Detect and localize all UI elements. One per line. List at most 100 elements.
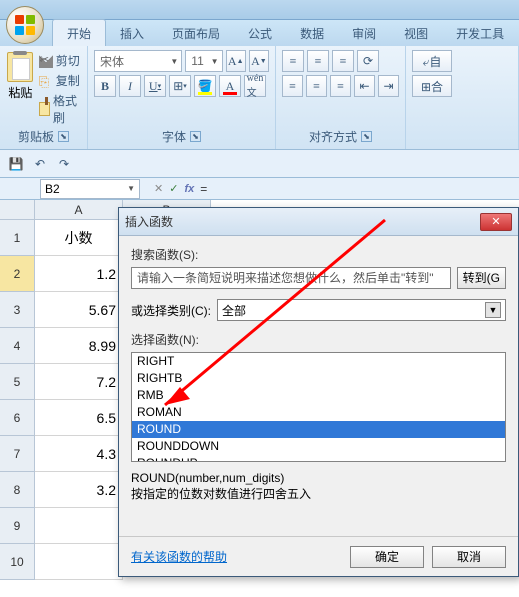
list-item[interactable]: RIGHTB bbox=[132, 370, 505, 387]
italic-button[interactable]: I bbox=[119, 75, 141, 97]
row-header[interactable]: 3 bbox=[0, 292, 35, 328]
tab-home[interactable]: 开始 bbox=[52, 19, 106, 46]
row-header[interactable]: 7 bbox=[0, 436, 35, 472]
search-input[interactable]: 请输入一条简短说明来描述您想做什么，然后单击"转到" bbox=[131, 267, 451, 289]
fx-icon[interactable]: fx bbox=[184, 183, 194, 195]
format-painter-button[interactable]: 格式刷 bbox=[39, 92, 81, 126]
paste-label: 粘贴 bbox=[8, 84, 32, 101]
align-top-button[interactable]: ≡ bbox=[282, 50, 304, 72]
list-item-selected[interactable]: ROUND bbox=[132, 421, 505, 438]
formula-bar[interactable]: = bbox=[194, 182, 519, 196]
cut-button[interactable]: 剪切 bbox=[39, 52, 81, 69]
ribbon-tabs: 开始 插入 页面布局 公式 数据 审阅 视图 开发工具 bbox=[0, 20, 519, 46]
category-select[interactable]: 全部 ▼ bbox=[217, 299, 506, 321]
tab-formula[interactable]: 公式 bbox=[234, 20, 286, 46]
office-button[interactable] bbox=[6, 6, 44, 44]
copy-button[interactable]: 复制 bbox=[39, 72, 81, 89]
tab-layout[interactable]: 页面布局 bbox=[158, 20, 234, 46]
scissors-icon bbox=[39, 54, 53, 68]
merge-button[interactable]: ⊞合 bbox=[412, 75, 452, 97]
function-description: 按指定的位数对数值进行四舍五入 bbox=[131, 486, 506, 502]
name-box[interactable]: B2 ▼ bbox=[40, 179, 140, 199]
tab-dev[interactable]: 开发工具 bbox=[442, 20, 518, 46]
orientation-button[interactable]: ⟳ bbox=[357, 50, 379, 72]
group-align: ≡ ≡ ≡ ⟳ ≡ ≡ ≡ ⇤ ⇥ 对齐方式 ⬊ bbox=[276, 46, 406, 149]
undo-button[interactable]: ↶ bbox=[30, 154, 50, 174]
indent-inc-button[interactable]: ⇥ bbox=[378, 75, 399, 97]
clipboard-expand-icon[interactable]: ⬊ bbox=[58, 131, 69, 142]
align-left-button[interactable]: ≡ bbox=[282, 75, 303, 97]
group-clipboard: 粘贴 剪切 复制 格式刷 剪贴板⬊ bbox=[0, 46, 88, 149]
cell-a2[interactable]: 1.2 bbox=[35, 256, 123, 292]
close-button[interactable]: ✕ bbox=[480, 213, 512, 231]
font-expand-icon[interactable]: ⬊ bbox=[190, 131, 201, 142]
list-item[interactable]: ROMAN bbox=[132, 404, 505, 421]
cell-a5[interactable]: 7.2 bbox=[35, 364, 123, 400]
cell-a10[interactable] bbox=[35, 544, 123, 580]
underline-button[interactable]: U▾ bbox=[144, 75, 166, 97]
chevron-down-icon: ▼ bbox=[170, 57, 178, 66]
fill-color-button[interactable]: 🪣 bbox=[194, 75, 216, 97]
cancel-formula-icon[interactable]: ✕ bbox=[154, 182, 163, 195]
tab-review[interactable]: 审阅 bbox=[338, 20, 390, 46]
phonetic-button[interactable]: wén文 bbox=[244, 75, 266, 97]
cell-a9[interactable] bbox=[35, 508, 123, 544]
cell-a1[interactable]: 小数 bbox=[35, 220, 123, 256]
function-listbox[interactable]: RIGHT RIGHTB RMB ROMAN ROUND ROUNDDOWN R… bbox=[131, 352, 506, 462]
shrink-font-button[interactable]: A▼ bbox=[249, 50, 269, 72]
align-bottom-button[interactable]: ≡ bbox=[332, 50, 354, 72]
tab-insert[interactable]: 插入 bbox=[106, 20, 158, 46]
ok-button[interactable]: 确定 bbox=[350, 546, 424, 568]
row-header[interactable]: 1 bbox=[0, 220, 35, 256]
align-expand-icon[interactable]: ⬊ bbox=[361, 131, 372, 142]
row-header[interactable]: 5 bbox=[0, 364, 35, 400]
wrap-text-button[interactable]: ⤶自 bbox=[412, 50, 452, 72]
help-link[interactable]: 有关该函数的帮助 bbox=[131, 548, 227, 565]
cell-a3[interactable]: 5.67 bbox=[35, 292, 123, 328]
border-button[interactable]: ⊞▾ bbox=[169, 75, 191, 97]
list-item[interactable]: RIGHT bbox=[132, 353, 505, 370]
redo-button[interactable]: ↷ bbox=[54, 154, 74, 174]
align-middle-button[interactable]: ≡ bbox=[307, 50, 329, 72]
row-header[interactable]: 10 bbox=[0, 544, 35, 580]
select-all-corner[interactable] bbox=[0, 200, 35, 220]
paste-button[interactable]: 粘贴 bbox=[6, 50, 35, 126]
tab-view[interactable]: 视图 bbox=[390, 20, 442, 46]
cell-a6[interactable]: 6.5 bbox=[35, 400, 123, 436]
row-header[interactable]: 9 bbox=[0, 508, 35, 544]
tab-data[interactable]: 数据 bbox=[286, 20, 338, 46]
dialog-title: 插入函数 bbox=[125, 213, 173, 230]
save-button[interactable]: 💾 bbox=[6, 154, 26, 174]
chevron-down-icon: ▼ bbox=[127, 184, 135, 193]
cell-a7[interactable]: 4.3 bbox=[35, 436, 123, 472]
column-header-a[interactable]: A bbox=[35, 200, 123, 220]
row-header[interactable]: 6 bbox=[0, 400, 35, 436]
row-header[interactable]: 8 bbox=[0, 472, 35, 508]
font-color-button[interactable]: A bbox=[219, 75, 241, 97]
chevron-down-icon: ▼ bbox=[485, 302, 501, 318]
go-button[interactable]: 转到(G bbox=[457, 267, 506, 289]
row-header[interactable]: 4 bbox=[0, 328, 35, 364]
copy-icon bbox=[39, 74, 53, 88]
cell-a8[interactable]: 3.2 bbox=[35, 472, 123, 508]
bold-button[interactable]: B bbox=[94, 75, 116, 97]
list-item[interactable]: ROUNDDOWN bbox=[132, 438, 505, 455]
font-size-combo[interactable]: 11▼ bbox=[185, 50, 222, 72]
indent-dec-button[interactable]: ⇤ bbox=[354, 75, 375, 97]
align-center-button[interactable]: ≡ bbox=[306, 75, 327, 97]
list-item[interactable]: RMB bbox=[132, 387, 505, 404]
row-header[interactable]: 2 bbox=[0, 256, 35, 292]
grow-font-button[interactable]: A▲ bbox=[226, 50, 246, 72]
align-group-label: 对齐方式 bbox=[309, 128, 357, 145]
cell-a4[interactable]: 8.99 bbox=[35, 328, 123, 364]
brush-icon bbox=[39, 102, 50, 116]
font-name-combo[interactable]: 宋体▼ bbox=[94, 50, 182, 72]
window-titlebar bbox=[0, 0, 519, 20]
list-item[interactable]: ROUNDUP bbox=[132, 455, 505, 462]
align-right-button[interactable]: ≡ bbox=[330, 75, 351, 97]
accept-formula-icon[interactable]: ✓ bbox=[169, 182, 178, 195]
category-label: 或选择类别(C): bbox=[131, 302, 211, 319]
font-group-label: 字体 bbox=[162, 128, 186, 145]
cancel-button[interactable]: 取消 bbox=[432, 546, 506, 568]
dialog-titlebar[interactable]: 插入函数 ✕ bbox=[119, 208, 518, 236]
